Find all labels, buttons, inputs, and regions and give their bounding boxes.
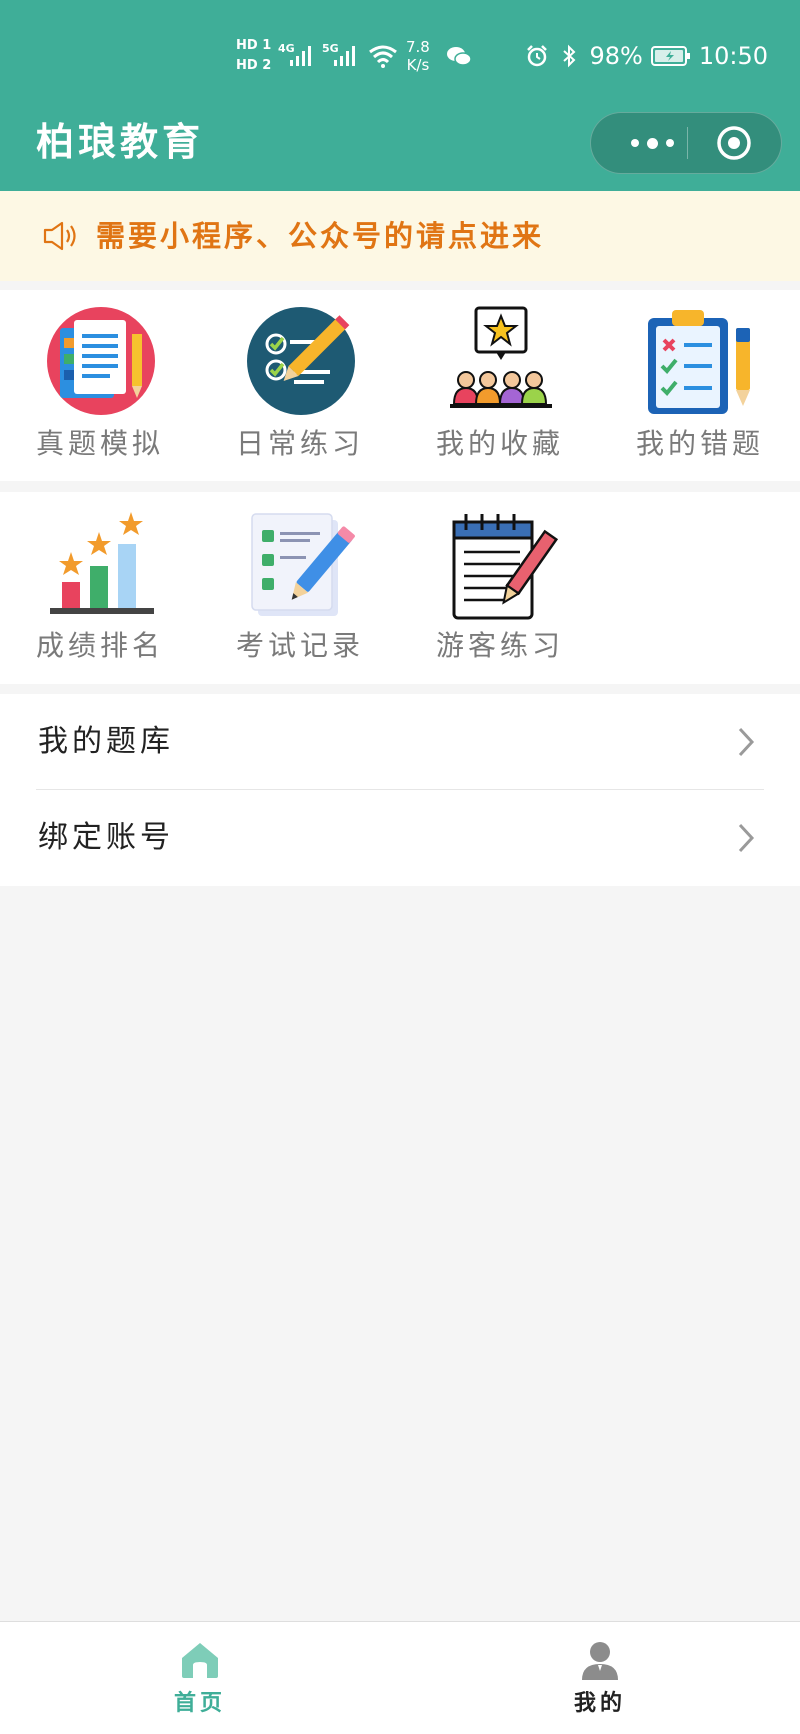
exam-document-icon (47, 307, 155, 415)
battery-icon (650, 46, 690, 66)
list-item-label: 我的题库 (38, 724, 174, 759)
clock: 10:50 (698, 42, 768, 70)
signal-icon (290, 46, 311, 66)
grid-item-exam-records[interactable]: 考试记录 (200, 492, 400, 684)
wechat-icon (447, 47, 472, 66)
page-title: 柏琅教育 (36, 119, 205, 164)
grid-item-label: 成绩排名 (35, 629, 164, 662)
more-dot-icon (665, 139, 674, 147)
feature-grid-row-2: 成绩排名 考试记录 游客练习 (0, 492, 800, 684)
list-item-bind-account[interactable]: 绑定账号 (0, 790, 800, 886)
grid-item-my-mistakes[interactable]: 我的错题 (600, 290, 800, 481)
more-dot-icon (646, 137, 658, 149)
dual-sim-indicator: HD 1 HD 2 (236, 36, 271, 76)
status-bar: HD 1 HD 2 4G 5G 7.8 K/s 98% 10:50 (0, 32, 800, 84)
chevron-right-icon (738, 727, 755, 757)
alarm-icon (527, 45, 548, 67)
tab-mine[interactable]: 我的 (400, 1622, 800, 1734)
exam-record-icon (251, 513, 355, 616)
notepad-pen-icon (452, 514, 558, 620)
grid-item-label: 我的错题 (635, 427, 764, 460)
ranking-bars-icon (50, 512, 154, 614)
grid-item-exam-simulation[interactable]: 真题模拟 (0, 290, 200, 481)
speaker-icon (43, 221, 76, 251)
notice-text: 需要小程序、公众号的请点进来 (96, 219, 545, 253)
clipboard-mistakes-icon (648, 310, 750, 414)
notice-banner[interactable]: 需要小程序、公众号的请点进来 (0, 191, 800, 281)
grid-item-label: 真题模拟 (35, 427, 164, 460)
grid-item-label: 考试记录 (235, 629, 364, 662)
tab-label-mine: 我的 (573, 1690, 626, 1716)
speed-unit: K/s (406, 56, 430, 74)
sim1-label: HD 1 (236, 38, 272, 53)
feature-grid-row-1: 真题模拟 日常练习 我的收藏 我的错题 (0, 290, 800, 481)
grid-item-score-ranking[interactable]: 成绩排名 (0, 492, 200, 684)
network-speed: 7.8 K/s (406, 38, 430, 74)
grid-item-daily-practice[interactable]: 日常练习 (200, 290, 400, 481)
checklist-pencil-icon (247, 307, 355, 415)
bottom-tab-bar: 首页 我的 (0, 1621, 800, 1734)
battery-percent: 98% (589, 42, 643, 70)
grid-item-label: 我的收藏 (435, 427, 564, 460)
sim2-label: HD 2 (236, 58, 272, 73)
grid-item-my-favorites[interactable]: 我的收藏 (400, 290, 600, 481)
more-dot-icon (630, 139, 639, 147)
tab-home[interactable]: 首页 (0, 1622, 400, 1734)
signal-icon-2 (334, 46, 355, 66)
more-button[interactable] (617, 113, 687, 173)
close-miniprogram-icon[interactable] (715, 124, 753, 162)
capsule-divider (687, 127, 688, 159)
wifi-icon (369, 45, 397, 68)
grid-item-label: 游客练习 (435, 629, 564, 662)
bluetooth-icon (563, 44, 576, 68)
speed-value: 7.8 (406, 38, 430, 56)
user-icon (582, 1642, 618, 1680)
grid-item-label: 日常练习 (235, 427, 364, 460)
home-icon (182, 1643, 218, 1678)
list-item-my-question-bank[interactable]: 我的题库 (0, 694, 800, 790)
grid-item-guest-practice[interactable]: 游客练习 (400, 492, 600, 684)
list-item-label: 绑定账号 (38, 820, 174, 855)
chevron-right-icon (738, 823, 755, 853)
miniprogram-capsule (590, 112, 782, 174)
tab-label-home: 首页 (173, 1690, 226, 1716)
menu-list: 我的题库 绑定账号 (0, 694, 800, 886)
favorites-audience-icon (450, 306, 552, 408)
top-header: HD 1 HD 2 4G 5G 7.8 K/s 98% 10:50 柏琅教育 (0, 0, 800, 191)
